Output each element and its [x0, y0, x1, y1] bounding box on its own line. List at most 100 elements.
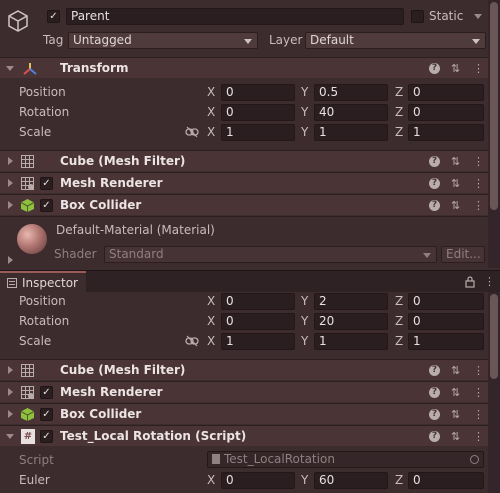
- edit-shader-button[interactable]: Edit...: [441, 246, 485, 263]
- tab-inspector[interactable]: Inspector: [0, 271, 86, 293]
- name-field[interactable]: Parent: [66, 8, 404, 25]
- euler-x-field[interactable]: 0: [221, 472, 295, 489]
- box-collider-enabled-checkbox[interactable]: ✓: [40, 199, 53, 212]
- shader-dropdown[interactable]: Standard: [104, 246, 437, 263]
- foldout-arrow[interactable]: [8, 157, 13, 165]
- z-axis-label[interactable]: Z: [395, 294, 403, 309]
- position-z-field[interactable]: 0: [408, 84, 484, 101]
- scale-y-field[interactable]: 1: [314, 124, 388, 141]
- scale-x-field[interactable]: 1: [221, 333, 295, 350]
- link-icon[interactable]: [185, 335, 199, 347]
- layer-dropdown[interactable]: Default: [305, 32, 486, 49]
- box-collider-header[interactable]: ✓ Box Collider ? ⇅ ⋮: [0, 403, 488, 424]
- rotation-z-field[interactable]: 0: [408, 313, 484, 330]
- foldout-arrow[interactable]: [8, 388, 13, 396]
- euler-y-field[interactable]: 60: [314, 472, 388, 489]
- more-icon[interactable]: ⋮: [473, 426, 484, 447]
- foldout-arrow[interactable]: [8, 366, 13, 374]
- foldout-arrow[interactable]: [8, 201, 13, 209]
- scale-y-field[interactable]: 1: [314, 333, 388, 350]
- transform-header[interactable]: Transform ? ⇅ ⋮: [0, 57, 488, 78]
- euler-z-field[interactable]: 0: [408, 472, 484, 489]
- y-axis-label[interactable]: Y: [301, 294, 308, 309]
- more-icon[interactable]: ⋮: [473, 195, 484, 216]
- z-axis-label[interactable]: Z: [395, 85, 403, 100]
- mesh-renderer-enabled-checkbox[interactable]: ✓: [40, 177, 53, 190]
- script-header[interactable]: # ✓ Test_Local Rotation (Script) ? ⇅ ⋮: [0, 425, 488, 446]
- position-y-field[interactable]: 2: [314, 293, 388, 310]
- mesh-filter-header[interactable]: Cube (Mesh Filter) ? ⇅ ⋮: [0, 150, 488, 171]
- help-icon[interactable]: ?: [429, 156, 440, 167]
- help-icon[interactable]: ?: [429, 63, 440, 74]
- z-axis-label[interactable]: Z: [395, 314, 403, 329]
- y-axis-label[interactable]: Y: [301, 85, 308, 100]
- x-axis-label[interactable]: X: [207, 473, 215, 488]
- y-axis-label[interactable]: Y: [301, 105, 308, 120]
- z-axis-label[interactable]: Z: [395, 105, 403, 120]
- foldout-arrow[interactable]: [8, 179, 13, 187]
- rotation-y-field[interactable]: 40: [314, 104, 388, 121]
- active-checkbox[interactable]: ✓: [47, 10, 60, 23]
- mesh-filter-header[interactable]: Cube (Mesh Filter) ? ⇅ ⋮: [0, 359, 488, 380]
- x-axis-label[interactable]: X: [207, 334, 215, 349]
- position-y-field[interactable]: 0.5: [314, 84, 388, 101]
- static-dropdown-arrow[interactable]: [474, 14, 482, 19]
- script-enabled-checkbox[interactable]: ✓: [40, 430, 53, 443]
- tag-dropdown[interactable]: Untagged: [68, 32, 258, 49]
- top-scrollbar[interactable]: [488, 0, 500, 268]
- z-axis-label[interactable]: Z: [395, 125, 403, 140]
- z-axis-label[interactable]: Z: [395, 473, 403, 488]
- presets-icon[interactable]: ⇅: [451, 426, 460, 447]
- presets-icon[interactable]: ⇅: [451, 404, 460, 425]
- scale-x-field[interactable]: 1: [221, 124, 295, 141]
- help-icon[interactable]: ?: [429, 200, 440, 211]
- more-icon[interactable]: ⋮: [484, 271, 495, 293]
- rotation-z-field[interactable]: 0: [408, 104, 484, 121]
- foldout-arrow[interactable]: [6, 434, 14, 439]
- x-axis-label[interactable]: X: [207, 125, 215, 140]
- scale-z-field[interactable]: 1: [408, 124, 484, 141]
- y-axis-label[interactable]: Y: [301, 334, 308, 349]
- presets-icon[interactable]: ⇅: [451, 195, 460, 216]
- help-icon[interactable]: ?: [429, 387, 440, 398]
- presets-icon[interactable]: ⇅: [451, 151, 460, 172]
- rotation-x-field[interactable]: 0: [221, 313, 295, 330]
- help-icon[interactable]: ?: [429, 409, 440, 420]
- box-collider-enabled-checkbox[interactable]: ✓: [40, 408, 53, 421]
- scrollbar-thumb[interactable]: [490, 294, 498, 379]
- help-icon[interactable]: ?: [429, 365, 440, 376]
- rotation-y-field[interactable]: 20: [314, 313, 388, 330]
- lock-icon[interactable]: [465, 276, 475, 288]
- x-axis-label[interactable]: X: [207, 85, 215, 100]
- foldout-arrow[interactable]: [8, 410, 13, 418]
- more-icon[interactable]: ⋮: [473, 360, 484, 381]
- link-icon[interactable]: [185, 126, 199, 138]
- x-axis-label[interactable]: X: [207, 105, 215, 120]
- presets-icon[interactable]: ⇅: [451, 382, 460, 403]
- position-x-field[interactable]: 0: [221, 84, 295, 101]
- rotation-x-field[interactable]: 0: [221, 104, 295, 121]
- x-axis-label[interactable]: X: [207, 314, 215, 329]
- presets-icon[interactable]: ⇅: [451, 173, 460, 194]
- more-icon[interactable]: ⋮: [473, 404, 484, 425]
- mesh-renderer-enabled-checkbox[interactable]: ✓: [40, 386, 53, 399]
- help-icon[interactable]: ?: [429, 431, 440, 442]
- y-axis-label[interactable]: Y: [301, 473, 308, 488]
- x-axis-label[interactable]: X: [207, 294, 215, 309]
- help-icon[interactable]: ?: [429, 178, 440, 189]
- foldout-arrow[interactable]: [8, 256, 13, 264]
- foldout-arrow[interactable]: [6, 66, 14, 71]
- y-axis-label[interactable]: Y: [301, 314, 308, 329]
- scrollbar-thumb[interactable]: [490, 2, 498, 210]
- more-icon[interactable]: ⋮: [473, 382, 484, 403]
- presets-icon[interactable]: ⇅: [451, 360, 460, 381]
- scale-z-field[interactable]: 1: [408, 333, 484, 350]
- z-axis-label[interactable]: Z: [395, 334, 403, 349]
- static-checkbox[interactable]: [411, 10, 424, 23]
- more-icon[interactable]: ⋮: [473, 173, 484, 194]
- mesh-renderer-header[interactable]: ✓ Mesh Renderer ? ⇅ ⋮: [0, 381, 488, 402]
- more-icon[interactable]: ⋮: [473, 58, 484, 79]
- presets-icon[interactable]: ⇅: [451, 58, 460, 79]
- position-z-field[interactable]: 0: [408, 293, 484, 310]
- position-x-field[interactable]: 0: [221, 293, 295, 310]
